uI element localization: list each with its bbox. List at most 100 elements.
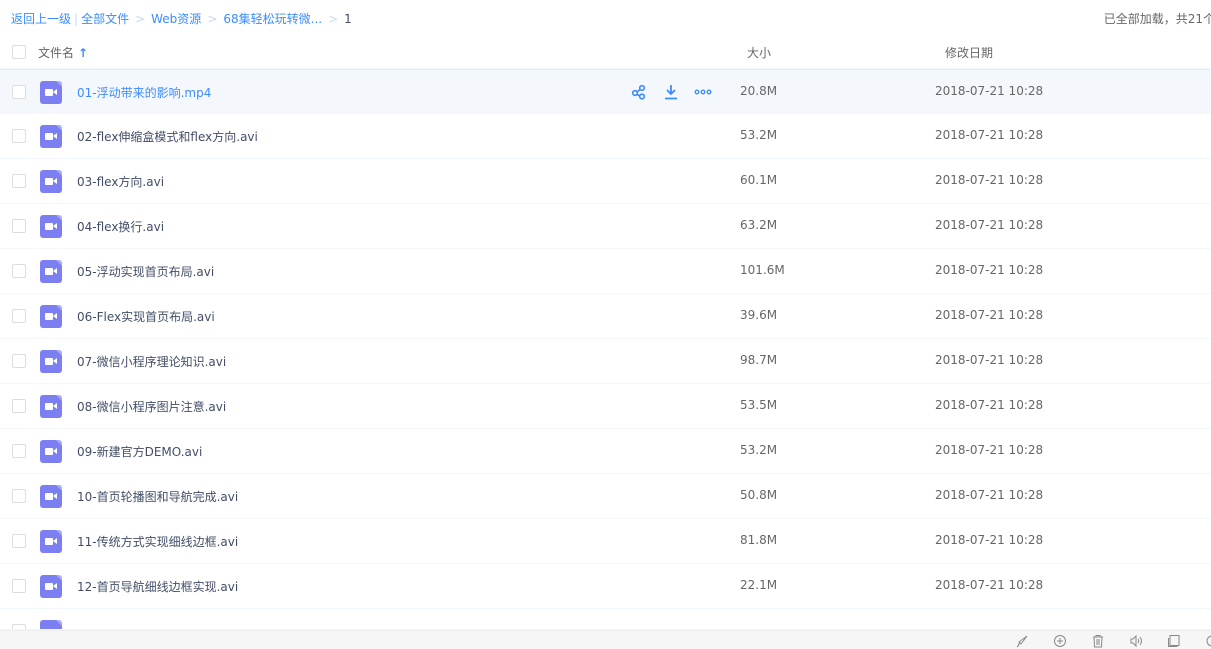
column-name[interactable]: 文件名 ↑ [38,44,88,61]
video-file-icon [40,260,62,283]
file-size: 22.1M [740,578,778,592]
column-name-label: 文件名 [38,46,75,60]
select-all-checkbox[interactable] [12,45,26,59]
trash-icon[interactable] [1088,632,1107,649]
row-checkbox[interactable] [12,354,26,368]
file-date: 2018-07-21 10:28 [935,263,1044,277]
file-size: 63.2M [740,218,778,232]
table-row[interactable]: 10-首页轮播图和导航完成.avi 50.8M 2018-07-21 10:28 [0,474,1211,519]
breadcrumb-separator: > [328,12,339,26]
file-size: 101.6M [740,263,785,277]
file-name-link[interactable]: 12-首页导航细线边框实现.avi [77,578,238,595]
video-file-icon [40,485,62,508]
file-date: 2018-07-21 10:28 [935,218,1044,232]
video-file-icon [40,350,62,373]
video-file-icon [40,395,62,418]
table-row[interactable]: 04-flex换行.avi 63.2M 2018-07-21 10:28 [0,204,1211,249]
file-size: 39.6M [740,308,778,322]
file-size: 53.5M [740,398,778,412]
file-name-link[interactable]: 02-flex伸缩盒模式和flex方向.avi [77,128,258,145]
back-link[interactable]: 返回上一级 [11,12,71,26]
column-size[interactable]: 大小 [747,44,771,61]
table-row[interactable]: 09-新建官方DEMO.avi 53.2M 2018-07-21 10:28 [0,429,1211,474]
table-row[interactable]: 02-flex伸缩盒模式和flex方向.avi 53.2M 2018-07-21… [0,114,1211,159]
table-row[interactable]: 03-flex方向.avi 60.1M 2018-07-21 10:28 [0,159,1211,204]
row-checkbox[interactable] [12,264,26,278]
row-checkbox[interactable] [12,534,26,548]
more-icon[interactable] [694,83,712,101]
file-date: 2018-07-21 10:28 [935,308,1044,322]
breadcrumb-separator: > [207,12,218,26]
share-icon[interactable] [630,83,648,101]
file-date: 2018-07-21 10:28 [935,128,1044,142]
video-file-icon [40,81,62,104]
table-row[interactable]: 01-浮动带来的影响.mp4 20.8M 2018-07-21 10:28 [0,69,1211,114]
rocket-icon[interactable] [1012,632,1031,649]
file-size: 60.1M [740,173,778,187]
file-name-link[interactable]: 05-浮动实现首页布局.avi [77,263,214,280]
breadcrumb: 返回上一级 | 全部文件 > Web资源 >68集轻松玩转微... >1 [11,11,352,27]
file-date: 2018-07-21 10:28 [935,533,1044,547]
breadcrumb-course[interactable]: 68集轻松玩转微... [223,12,322,26]
row-checkbox[interactable] [12,579,26,593]
speaker-icon[interactable] [1126,632,1145,649]
file-date: 2018-07-21 10:28 [935,578,1044,592]
file-date: 2018-07-21 10:28 [935,443,1044,457]
video-file-icon [40,575,62,598]
row-checkbox[interactable] [12,129,26,143]
file-name-link[interactable]: 03-flex方向.avi [77,173,164,190]
breadcrumb-current: 1 [344,12,352,26]
load-status: 已全部加载，共21个 [1103,12,1211,26]
row-checkbox[interactable] [12,85,26,99]
breadcrumb-separator: > [135,12,146,26]
video-file-icon [40,305,62,328]
table-row[interactable]: 08-微信小程序图片注意.avi 53.5M 2018-07-21 10:28 [0,384,1211,429]
video-file-icon [40,170,62,193]
row-actions [630,83,712,101]
file-name-link[interactable]: 06-Flex实现首页布局.avi [77,308,215,325]
file-size: 50.8M [740,488,778,502]
breadcrumb-divider: | [74,12,79,26]
row-checkbox[interactable] [12,444,26,458]
breadcrumb-all-files[interactable]: 全部文件 [81,12,129,26]
table-row[interactable]: 07-微信小程序理论知识.avi 98.7M 2018-07-21 10:28 [0,339,1211,384]
video-file-icon [40,440,62,463]
table-row[interactable]: 12-首页导航细线边框实现.avi 22.1M 2018-07-21 10:28 [0,564,1211,609]
sort-arrow-up-icon[interactable]: ↑ [78,46,88,60]
row-checkbox[interactable] [12,309,26,323]
file-date: 2018-07-21 10:28 [935,84,1044,98]
file-size: 53.2M [740,128,778,142]
file-name-link[interactable]: 04-flex换行.avi [77,218,164,235]
file-date: 2018-07-21 10:28 [935,488,1044,502]
column-date[interactable]: 修改日期 [945,44,993,61]
row-checkbox[interactable] [12,219,26,233]
row-checkbox[interactable] [12,399,26,413]
video-file-icon [40,530,62,553]
row-checkbox[interactable] [12,174,26,188]
video-file-icon [40,215,62,238]
file-name-link[interactable]: 01-浮动带来的影响.mp4 [77,84,211,101]
bottom-toolbar [0,630,1211,649]
file-name-link[interactable]: 07-微信小程序理论知识.avi [77,353,226,370]
file-name-link[interactable]: 09-新建官方DEMO.avi [77,443,202,460]
table-row[interactable]: 06-Flex实现首页布局.avi 39.6M 2018-07-21 10:28 [0,294,1211,339]
refresh-icon[interactable] [1050,632,1069,649]
video-file-icon [40,620,62,629]
file-size: 53.2M [740,443,778,457]
breadcrumb-web[interactable]: Web资源 [151,12,201,26]
file-size: 20.8M [740,84,778,98]
search-icon[interactable] [1202,632,1211,649]
window-icon[interactable] [1164,632,1183,649]
file-name-link[interactable]: 08-微信小程序图片注意.avi [77,398,226,415]
row-checkbox[interactable] [12,489,26,503]
download-icon[interactable] [662,83,680,101]
table-row-partial[interactable] [0,609,1211,630]
table-row[interactable]: 11-传统方式实现细线边框.avi 81.8M 2018-07-21 10:28 [0,519,1211,564]
table-row[interactable]: 05-浮动实现首页布局.avi 101.6M 2018-07-21 10:28 [0,249,1211,294]
file-date: 2018-07-21 10:28 [935,353,1044,367]
video-file-icon [40,125,62,148]
file-size: 81.8M [740,533,778,547]
file-date: 2018-07-21 10:28 [935,398,1044,412]
file-name-link[interactable]: 11-传统方式实现细线边框.avi [77,533,238,550]
file-name-link[interactable]: 10-首页轮播图和导航完成.avi [77,488,238,505]
